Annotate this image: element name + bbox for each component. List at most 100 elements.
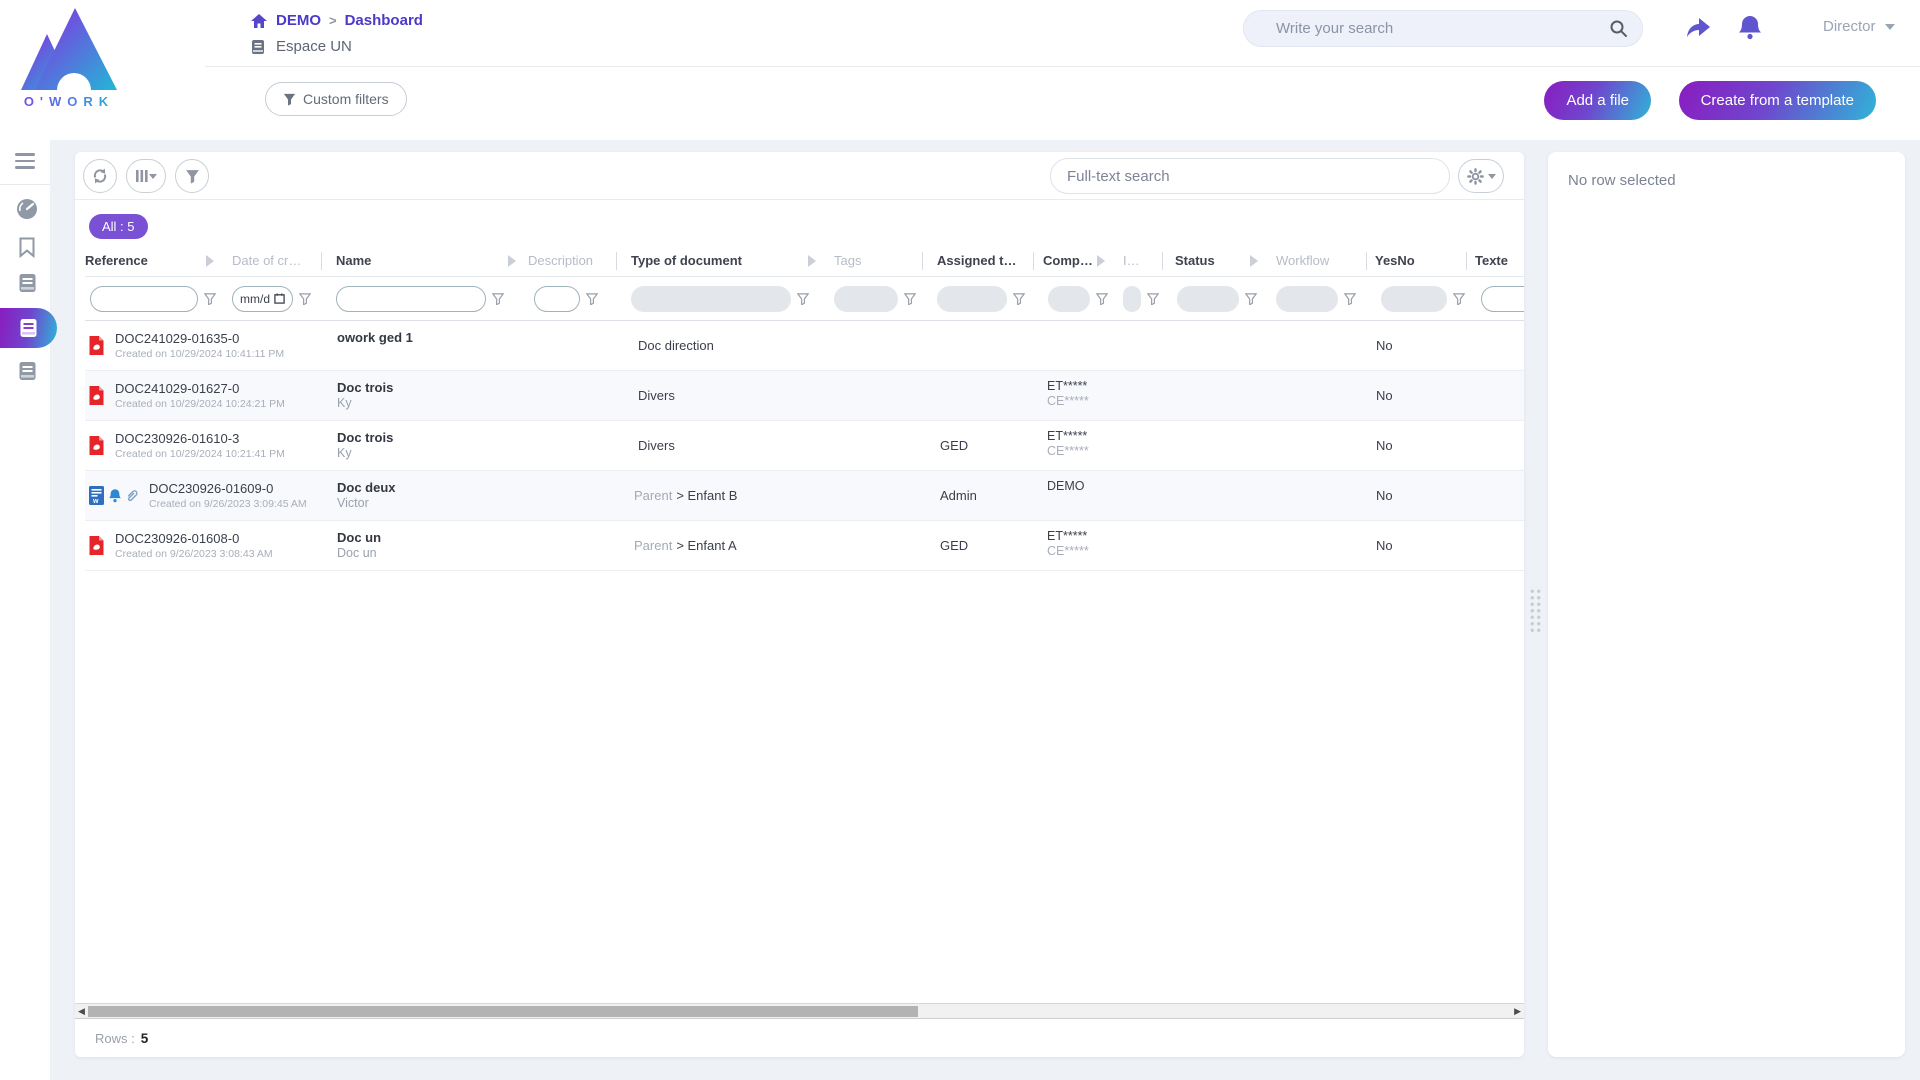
filter-funnel-icon[interactable] <box>1453 293 1465 305</box>
column-header-yesno[interactable]: YesNo <box>1367 245 1467 276</box>
filter-funnel-icon[interactable] <box>1147 293 1159 305</box>
yesno-value: No <box>1367 371 1467 420</box>
assigned-to <box>923 371 1034 420</box>
column-header-status[interactable]: Status <box>1163 245 1262 276</box>
filter-funnel-icon[interactable] <box>1013 293 1025 305</box>
notification-bell-icon <box>108 488 122 504</box>
filter-funnel-icon[interactable] <box>1344 293 1356 305</box>
table-row[interactable]: DOC230926-01608-0 Created on 9/26/2023 3… <box>85 521 1524 571</box>
description-filter-input[interactable] <box>534 286 580 312</box>
filter-funnel-icon[interactable] <box>299 293 311 305</box>
workflow-filter-input-disabled <box>1276 286 1338 312</box>
document-name: owork ged 1 <box>337 330 520 345</box>
list-settings-button[interactable] <box>1458 159 1504 193</box>
texte-filter-input[interactable] <box>1481 286 1524 312</box>
column-header-description[interactable]: Description <box>520 245 617 276</box>
filter-funnel-icon[interactable] <box>492 293 504 305</box>
company-line1: DEMO <box>1047 479 1109 493</box>
add-file-button[interactable]: Add a file <box>1544 81 1651 120</box>
assigned-to: GED <box>923 421 1034 470</box>
bookmark-icon <box>18 237 36 258</box>
global-search[interactable] <box>1243 10 1643 47</box>
column-header-type-of-document[interactable]: Type of document <box>617 245 820 276</box>
document-library-icon <box>18 361 37 381</box>
panel-resize-handle[interactable] <box>1529 588 1542 632</box>
refresh-icon <box>91 167 109 185</box>
scroll-left-arrow-icon[interactable]: ◀ <box>78 1006 85 1017</box>
yesno-filter-input-disabled <box>1381 286 1447 312</box>
document-name: Doc trois <box>337 430 520 445</box>
create-from-template-button[interactable]: Create from a template <box>1679 81 1876 120</box>
user-role-menu[interactable]: Director <box>1823 18 1895 35</box>
breadcrumb-root[interactable]: DEMO <box>276 12 321 29</box>
filter-funnel-icon[interactable] <box>204 293 216 305</box>
document-reference: DOC241029-01635-0 <box>115 331 284 346</box>
yesno-value: No <box>1367 521 1467 570</box>
document-reference: DOC230926-01610-3 <box>115 431 285 446</box>
scrollbar-thumb[interactable] <box>88 1006 918 1017</box>
filter-funnel-icon[interactable] <box>797 293 809 305</box>
breadcrumb-current[interactable]: Dashboard <box>345 12 423 29</box>
sort-arrow-icon <box>808 255 816 267</box>
name-filter-input[interactable] <box>336 286 486 312</box>
company-line2: CE***** <box>1047 544 1109 558</box>
table-row[interactable]: DOC230926-01610-3 Created on 10/29/2024 … <box>85 421 1524 471</box>
table-row[interactable]: w DOC230926-01609-0 Created on 9/26/2023… <box>85 471 1524 521</box>
list-toolbar <box>75 152 1524 200</box>
document-type: Divers <box>638 438 675 453</box>
all-count-badge[interactable]: All : 5 <box>89 214 148 239</box>
left-sidebar <box>0 140 50 1080</box>
column-header-i[interactable]: I… <box>1109 245 1163 276</box>
filter-button[interactable] <box>175 159 209 193</box>
assigned-to: GED <box>923 521 1034 570</box>
horizontal-scrollbar[interactable]: ◀ ▶ <box>75 1003 1524 1019</box>
sidebar-item-documents[interactable] <box>0 266 54 300</box>
refresh-button[interactable] <box>83 159 117 193</box>
top-bar: O'WORK DEMO > Dashboard Espace UN <box>0 0 1920 140</box>
column-header-reference[interactable]: Reference <box>85 245 218 276</box>
app-root: O'WORK DEMO > Dashboard Espace UN <box>0 0 1920 1080</box>
sidebar-item-archives[interactable] <box>0 354 54 388</box>
search-icon[interactable] <box>1609 19 1628 38</box>
sort-arrow-icon <box>1097 255 1105 267</box>
tags-filter-input-disabled <box>834 286 898 312</box>
global-search-input[interactable] <box>1276 20 1609 37</box>
document-type: Divers <box>638 388 675 403</box>
table-row[interactable]: DOC241029-01627-0 Created on 10/29/2024 … <box>85 371 1524 421</box>
fulltext-search-input[interactable] <box>1067 168 1433 185</box>
detail-panel: No row selected <box>1548 152 1905 1057</box>
column-header-texte[interactable]: Texte <box>1467 245 1524 276</box>
notifications-bell-icon[interactable] <box>1737 14 1763 41</box>
table-empty-area <box>75 571 1524 1003</box>
table-row[interactable]: DOC241029-01635-0 Created on 10/29/2024 … <box>85 321 1524 371</box>
i-filter-input-disabled <box>1123 286 1141 312</box>
created-timestamp: Created on 10/29/2024 10:24:21 PM <box>115 398 285 410</box>
filter-funnel-icon[interactable] <box>586 293 598 305</box>
sidebar-item-bookmarks[interactable] <box>0 230 54 264</box>
reference-filter-input[interactable] <box>90 286 198 312</box>
app-logo[interactable]: O'WORK <box>14 4 124 109</box>
company-line2: CE***** <box>1047 394 1109 408</box>
share-icon[interactable] <box>1684 14 1712 40</box>
column-header-company[interactable]: Comp… <box>1034 245 1109 276</box>
sidebar-toggle-menu-icon[interactable] <box>15 153 35 173</box>
custom-filters-button[interactable]: Custom filters <box>265 82 407 116</box>
no-row-selected-message: No row selected <box>1568 172 1885 189</box>
date-filter-input[interactable]: mm/d <box>232 286 293 312</box>
sidebar-item-ged-active[interactable] <box>0 308 57 348</box>
column-header-workflow[interactable]: Workflow <box>1262 245 1367 276</box>
filter-funnel-icon[interactable] <box>904 293 916 305</box>
columns-visibility-button[interactable] <box>126 159 166 193</box>
filter-funnel-icon[interactable] <box>1096 293 1108 305</box>
column-header-assigned-to[interactable]: Assigned t… <box>923 245 1034 276</box>
column-header-date-of-creation[interactable]: Date of cr… <box>218 245 322 276</box>
fulltext-search[interactable] <box>1050 158 1450 194</box>
breadcrumb[interactable]: DEMO > Dashboard <box>250 12 423 29</box>
sidebar-item-dashboard[interactable] <box>0 192 54 226</box>
filter-funnel-icon[interactable] <box>1245 293 1257 305</box>
column-header-name[interactable]: Name <box>322 245 520 276</box>
scroll-right-arrow-icon[interactable]: ▶ <box>1514 1006 1521 1017</box>
yesno-value: No <box>1367 471 1467 520</box>
column-header-tags[interactable]: Tags <box>820 245 923 276</box>
book-icon <box>250 39 266 55</box>
